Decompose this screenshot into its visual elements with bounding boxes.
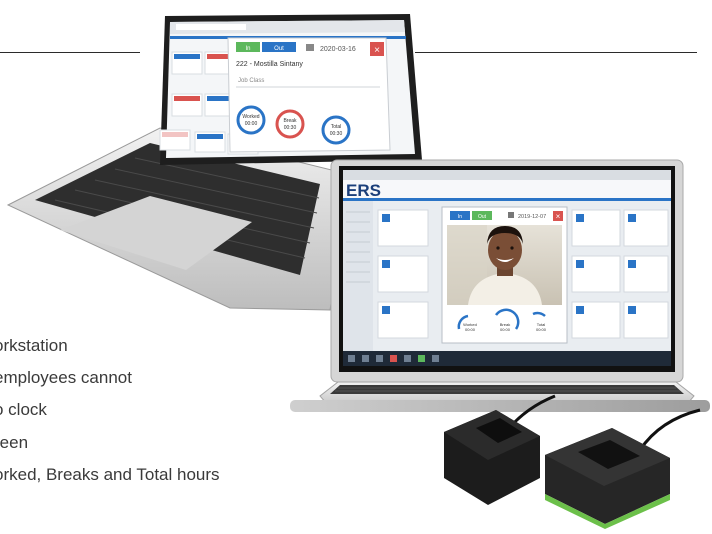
laptop-front-front-edge: [290, 400, 710, 412]
fingerprint-reader-right: [545, 408, 701, 529]
divider-line-right: [415, 52, 697, 53]
feature-item: o clock: [0, 400, 47, 419]
laptop-back-out-label: Out: [274, 46, 284, 52]
divider-line-left: [0, 52, 140, 53]
gauge-value: 00:00: [245, 121, 258, 127]
laptop-front-out-label: Out: [478, 214, 487, 220]
close-icon: ×: [374, 45, 380, 56]
gauge-value: 00:00: [500, 327, 511, 332]
scene-svg: In Out 2020-03-16 × 222 - Mostilla Sinta…: [6, 14, 710, 529]
laptop-back-date: 2020-03-16: [320, 46, 356, 53]
feature-item: orkstation: [0, 336, 68, 355]
laptop-back-clock-modal: [227, 37, 391, 153]
gauge-value: 00:30: [284, 125, 297, 131]
feature-item: reen: [0, 433, 29, 452]
gauge-value: 00:00: [536, 327, 547, 332]
laptop-back-job-class: Job Class: [238, 78, 264, 84]
gauge-label: Total: [331, 124, 342, 130]
laptop-back-employee: 222 - Mostilla Sintany: [236, 61, 303, 68]
laptop-front: ERS In Out 2019-12-07 × Worked 00:00 Bre…: [290, 159, 710, 412]
laptop-front-sidebar: [343, 201, 373, 351]
calendar-icon: [508, 212, 514, 218]
feature-item: orked, Breaks and Total hours: [0, 465, 220, 484]
gauge-label: Break: [283, 118, 297, 124]
laptop-front-logo: ERS: [346, 181, 381, 200]
laptop-back-in-label: In: [245, 46, 250, 52]
product-scene: In Out 2020-03-16 × 222 - Mostilla Sinta…: [0, 0, 712, 529]
calendar-icon: [306, 44, 314, 51]
laptop-front-date: 2019-12-07: [518, 214, 546, 220]
feature-item: employees cannot: [0, 368, 132, 387]
gauge-value: 00:30: [330, 131, 343, 137]
laptop-front-in-label: In: [458, 214, 462, 220]
fingerprint-reader-left: [444, 394, 556, 505]
gauge-label: Worked: [242, 114, 259, 120]
webcam-photo: [447, 225, 562, 305]
close-icon: ×: [556, 212, 561, 221]
person-face: [488, 230, 522, 270]
gauge-value: 00:00: [465, 327, 476, 332]
laptop-front-keyboard: [330, 385, 684, 394]
